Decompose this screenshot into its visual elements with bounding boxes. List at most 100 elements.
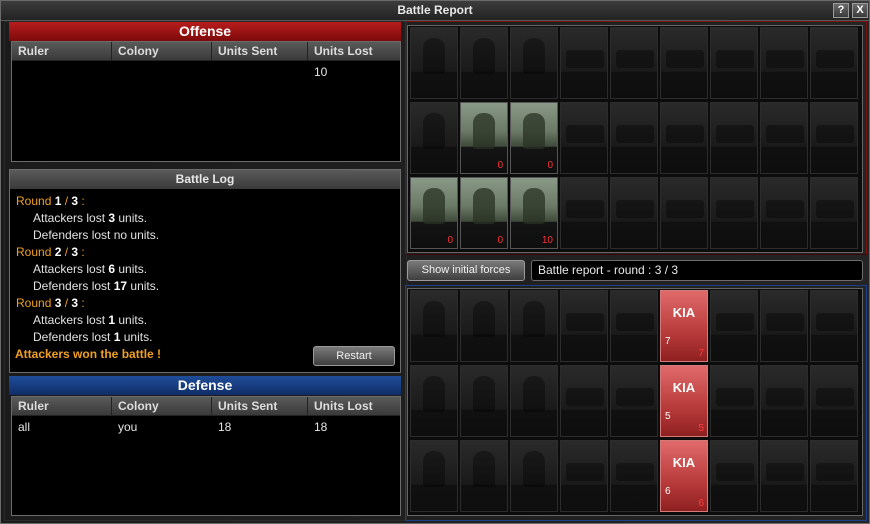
vehicle-icon bbox=[666, 50, 704, 68]
infantry-unit-slot[interactable] bbox=[460, 365, 508, 437]
vehicle-unit-slot[interactable] bbox=[560, 290, 608, 362]
infantry-unit-slot[interactable] bbox=[410, 365, 458, 437]
restart-button[interactable]: Restart bbox=[313, 346, 395, 366]
vehicle-unit-slot[interactable] bbox=[810, 440, 858, 512]
attackers-pre: Attackers lost bbox=[33, 313, 109, 327]
vehicle-unit-slot[interactable] bbox=[810, 102, 858, 174]
round-2-attackers: Attackers lost 6 units. bbox=[33, 262, 147, 276]
soldier-icon bbox=[473, 301, 495, 337]
vehicle-unit-slot[interactable] bbox=[610, 177, 658, 249]
title-bar[interactable]: Battle Report ? X bbox=[1, 1, 869, 21]
unit-slot-kia[interactable]: KIA 5 5 bbox=[660, 365, 708, 437]
infantry-unit-slot[interactable] bbox=[460, 290, 508, 362]
vehicle-unit-slot[interactable] bbox=[610, 290, 658, 362]
vehicle-unit-slot[interactable] bbox=[560, 365, 608, 437]
vehicle-icon bbox=[816, 388, 854, 406]
round-1-defenders: Defenders lost no units. bbox=[33, 228, 159, 242]
defenders-pre: Defenders lost bbox=[33, 330, 114, 344]
offense-panel: Offense Ruler Colony Units Sent Units Lo… bbox=[9, 22, 401, 162]
vehicle-unit-slot[interactable] bbox=[810, 365, 858, 437]
infantry-unit-slot[interactable]: 0 bbox=[460, 102, 508, 174]
col-colony[interactable]: Colony bbox=[112, 397, 212, 415]
vehicle-unit-slot[interactable] bbox=[810, 27, 858, 99]
vehicle-unit-slot[interactable] bbox=[710, 365, 758, 437]
soldier-icon bbox=[523, 301, 545, 337]
attackers-post: units. bbox=[115, 313, 148, 327]
vehicle-unit-slot[interactable] bbox=[760, 365, 808, 437]
vehicle-unit-slot[interactable] bbox=[560, 440, 608, 512]
soldier-icon bbox=[423, 188, 445, 224]
col-units-sent[interactable]: Units Sent bbox=[212, 42, 308, 60]
vehicle-icon bbox=[716, 388, 754, 406]
col-colony[interactable]: Colony bbox=[112, 42, 212, 60]
table-row[interactable]: all you 18 18 bbox=[12, 418, 400, 436]
lost-count: 10 bbox=[541, 235, 553, 246]
vehicle-unit-slot[interactable] bbox=[610, 102, 658, 174]
vehicle-unit-slot[interactable] bbox=[760, 27, 808, 99]
vehicle-icon bbox=[566, 313, 604, 331]
vehicle-unit-slot[interactable] bbox=[660, 27, 708, 99]
infantry-unit-slot[interactable] bbox=[410, 290, 458, 362]
vehicle-icon bbox=[616, 125, 654, 143]
infantry-unit-slot[interactable] bbox=[410, 27, 458, 99]
vehicle-icon bbox=[616, 313, 654, 331]
vehicle-unit-slot[interactable] bbox=[710, 27, 758, 99]
infantry-unit-slot[interactable]: 0 bbox=[460, 177, 508, 249]
vehicle-unit-slot[interactable] bbox=[810, 290, 858, 362]
vehicle-unit-slot[interactable] bbox=[560, 102, 608, 174]
vehicle-unit-slot[interactable] bbox=[760, 290, 808, 362]
infantry-unit-slot[interactable] bbox=[410, 440, 458, 512]
soldier-icon bbox=[473, 376, 495, 412]
kia-label: KIA bbox=[672, 305, 696, 320]
vehicle-unit-slot[interactable] bbox=[760, 102, 808, 174]
vehicle-unit-slot[interactable] bbox=[760, 177, 808, 249]
vehicle-unit-slot[interactable] bbox=[710, 177, 758, 249]
table-row[interactable]: 10 bbox=[12, 63, 400, 81]
vehicle-unit-slot[interactable] bbox=[660, 102, 708, 174]
vehicle-unit-slot[interactable] bbox=[610, 440, 658, 512]
vehicle-unit-slot[interactable] bbox=[710, 440, 758, 512]
infantry-unit-slot[interactable]: 10 bbox=[510, 177, 558, 249]
help-button[interactable]: ? bbox=[833, 3, 849, 18]
vehicle-unit-slot[interactable] bbox=[710, 102, 758, 174]
infantry-unit-slot[interactable] bbox=[460, 27, 508, 99]
col-ruler[interactable]: Ruler bbox=[12, 397, 112, 415]
round-prefix: Round bbox=[16, 245, 55, 259]
vehicle-icon bbox=[766, 388, 804, 406]
unit-slot-kia[interactable]: KIA 6 6 bbox=[660, 440, 708, 512]
close-button[interactable]: X bbox=[852, 3, 868, 18]
vehicle-icon bbox=[816, 313, 854, 331]
vehicle-unit-slot[interactable] bbox=[660, 177, 708, 249]
lost-count: 5 bbox=[698, 423, 704, 434]
infantry-unit-slot[interactable]: 0 bbox=[410, 177, 458, 249]
attackers-post: units. bbox=[115, 211, 148, 225]
infantry-unit-slot[interactable] bbox=[510, 440, 558, 512]
vehicle-unit-slot[interactable] bbox=[560, 177, 608, 249]
vehicle-unit-slot[interactable] bbox=[710, 290, 758, 362]
vehicle-icon bbox=[766, 313, 804, 331]
col-units-sent[interactable]: Units Sent bbox=[212, 397, 308, 415]
kia-label: KIA bbox=[672, 455, 696, 470]
vehicle-unit-slot[interactable] bbox=[560, 27, 608, 99]
infantry-unit-slot[interactable] bbox=[410, 102, 458, 174]
infantry-unit-slot[interactable]: 0 bbox=[510, 102, 558, 174]
cell-units-lost: 18 bbox=[314, 420, 328, 434]
round-3-heading: Round 3 / 3 : bbox=[16, 296, 85, 310]
col-ruler[interactable]: Ruler bbox=[12, 42, 112, 60]
col-units-lost[interactable]: Units Lost bbox=[308, 397, 402, 415]
show-initial-forces-button[interactable]: Show initial forces bbox=[407, 260, 525, 281]
infantry-unit-slot[interactable] bbox=[510, 365, 558, 437]
round-1-attackers: Attackers lost 3 units. bbox=[33, 211, 147, 225]
vehicle-unit-slot[interactable] bbox=[760, 440, 808, 512]
vehicle-icon bbox=[816, 463, 854, 481]
infantry-unit-slot[interactable] bbox=[460, 440, 508, 512]
unit-count: 7 bbox=[665, 336, 671, 347]
vehicle-unit-slot[interactable] bbox=[610, 365, 658, 437]
vehicle-unit-slot[interactable] bbox=[810, 177, 858, 249]
unit-slot-kia[interactable]: KIA 7 7 bbox=[660, 290, 708, 362]
infantry-unit-slot[interactable] bbox=[510, 27, 558, 99]
infantry-unit-slot[interactable] bbox=[510, 290, 558, 362]
vehicle-unit-slot[interactable] bbox=[610, 27, 658, 99]
col-units-lost[interactable]: Units Lost bbox=[308, 42, 402, 60]
defenders-post: units. bbox=[120, 330, 153, 344]
